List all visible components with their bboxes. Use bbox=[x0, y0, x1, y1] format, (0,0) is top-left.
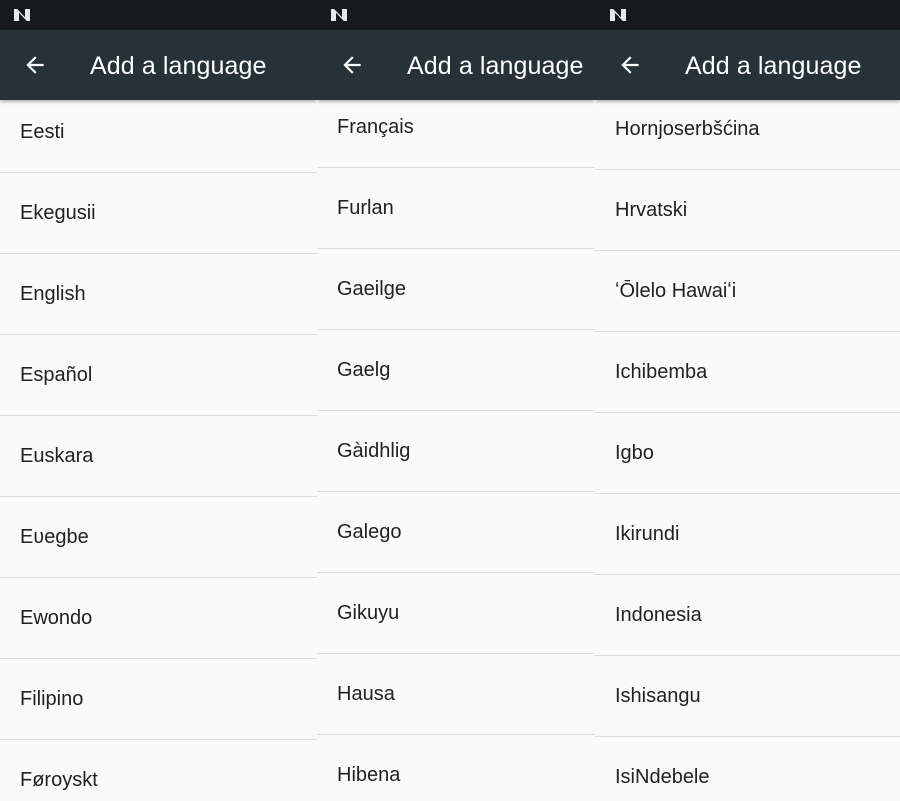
language-label: IsiNdebele bbox=[615, 766, 710, 788]
status-bar bbox=[0, 0, 317, 30]
language-label: Eesti bbox=[20, 121, 65, 143]
language-item[interactable]: Gaelg bbox=[317, 330, 595, 411]
language-item[interactable]: English bbox=[0, 254, 317, 335]
language-label: Ichibemba bbox=[615, 361, 708, 383]
language-label: Hibena bbox=[337, 764, 401, 786]
language-item[interactable]: Gàidhlig bbox=[317, 411, 595, 492]
language-item[interactable]: Hornjoserbšćina bbox=[595, 89, 900, 170]
language-label: Ishisangu bbox=[615, 685, 701, 707]
language-item[interactable]: Furlan bbox=[317, 168, 595, 249]
page-title: Add a language bbox=[90, 52, 267, 80]
language-item[interactable]: Ekegusii bbox=[0, 173, 317, 254]
language-label: Gikuyu bbox=[337, 602, 400, 624]
language-label: Furlan bbox=[337, 197, 394, 219]
language-item[interactable]: Eesti bbox=[0, 92, 317, 173]
app-bar: Add a language bbox=[595, 30, 900, 100]
arrow-back-icon bbox=[621, 56, 639, 74]
language-list: Eesti Ekegusii English Español Euskara E… bbox=[0, 92, 317, 801]
language-item[interactable]: Indonesia bbox=[595, 575, 900, 656]
language-list: Hornjoserbšćina Hrvatski ʻŌlelo Hawaiʻi … bbox=[595, 89, 900, 801]
language-label: ʻŌlelo Hawaiʻi bbox=[615, 280, 737, 302]
language-label: Ewondo bbox=[20, 607, 93, 629]
android-n-logo-icon bbox=[14, 9, 30, 21]
page-title: Add a language bbox=[407, 52, 584, 80]
app-bar: Add a language bbox=[317, 30, 595, 100]
language-label: Igbo bbox=[615, 442, 654, 464]
language-label: Eʋegbe bbox=[20, 526, 89, 548]
language-item[interactable]: Español bbox=[0, 335, 317, 416]
android-n-logo-icon bbox=[610, 9, 626, 21]
language-item[interactable]: Ichibemba bbox=[595, 332, 900, 413]
language-item[interactable]: Hibena bbox=[317, 735, 595, 801]
language-label: Galego bbox=[337, 521, 402, 543]
arrow-back-icon bbox=[343, 56, 361, 74]
language-label: Hornjoserbšćina bbox=[615, 118, 760, 140]
language-item[interactable]: Ikirundi bbox=[595, 494, 900, 575]
language-item[interactable]: Ewondo bbox=[0, 578, 317, 659]
language-item[interactable]: Gikuyu bbox=[317, 573, 595, 654]
language-label: Gàidhlig bbox=[337, 440, 411, 462]
language-label: Gaelg bbox=[337, 359, 391, 381]
screen-3: Add a language Hornjoserbšćina Hrvatski … bbox=[595, 0, 900, 801]
screen-2: Add a language Français Furlan Gaeilge G… bbox=[317, 0, 595, 801]
status-bar bbox=[595, 0, 900, 30]
language-item[interactable]: Igbo bbox=[595, 413, 900, 494]
app-bar: Add a language bbox=[0, 30, 317, 100]
language-list: Français Furlan Gaeilge Gaelg Gàidhlig G… bbox=[317, 87, 595, 801]
status-bar bbox=[317, 0, 595, 30]
language-item[interactable]: Euskara bbox=[0, 416, 317, 497]
language-item[interactable]: Gaeilge bbox=[317, 249, 595, 330]
arrow-back-icon bbox=[26, 56, 44, 74]
language-item[interactable]: ʻŌlelo Hawaiʻi bbox=[595, 251, 900, 332]
language-label: Indonesia bbox=[615, 604, 702, 626]
language-label: Español bbox=[20, 364, 93, 386]
language-label: Ikirundi bbox=[615, 523, 680, 545]
language-item[interactable]: Eʋegbe bbox=[0, 497, 317, 578]
language-item[interactable]: Galego bbox=[317, 492, 595, 573]
language-item[interactable]: Føroyskt bbox=[0, 740, 317, 801]
language-item[interactable]: Hausa bbox=[317, 654, 595, 735]
android-n-logo-icon bbox=[331, 9, 347, 21]
language-label: Filipino bbox=[20, 688, 84, 710]
language-item[interactable]: IsiNdebele bbox=[595, 737, 900, 801]
page-title: Add a language bbox=[685, 52, 862, 80]
language-item[interactable]: Hrvatski bbox=[595, 170, 900, 251]
language-item[interactable]: Filipino bbox=[0, 659, 317, 740]
language-label: Euskara bbox=[20, 445, 94, 467]
language-label: Hausa bbox=[337, 683, 395, 705]
language-label: Føroyskt bbox=[20, 769, 98, 791]
screen-1: Add a language Eesti Ekegusii English Es… bbox=[0, 0, 317, 801]
language-label: Hrvatski bbox=[615, 199, 688, 221]
language-label: Ekegusii bbox=[20, 202, 96, 224]
back-button[interactable] bbox=[22, 52, 48, 78]
back-button[interactable] bbox=[617, 52, 643, 78]
back-button[interactable] bbox=[339, 52, 365, 78]
language-item[interactable]: Ishisangu bbox=[595, 656, 900, 737]
language-label: English bbox=[20, 283, 86, 305]
language-label: Gaeilge bbox=[337, 278, 406, 300]
